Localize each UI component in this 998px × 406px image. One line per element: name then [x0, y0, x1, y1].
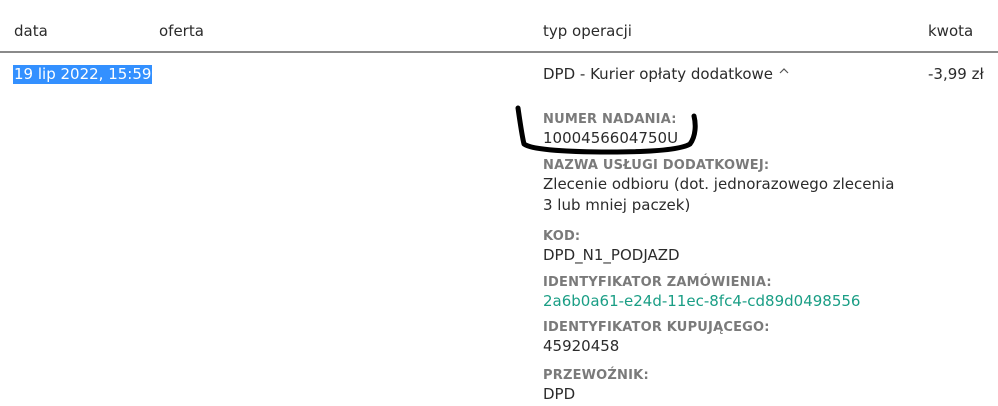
detail-label: NAZWA USŁUGI DODATKOWEJ:	[543, 158, 770, 173]
detail-label: KOD:	[543, 229, 581, 244]
column-header-offer[interactable]: oferta	[159, 22, 204, 40]
detail-label: PRZEWOŹNIK:	[543, 368, 649, 383]
row-amount: -3,99 zł	[928, 65, 984, 83]
detail-additional-service: NAZWA USŁUGI DODATKOWEJ: Zlecenie odbior…	[543, 158, 903, 216]
row-operation-type: DPD - Kurier opłaty dodatkowe	[543, 65, 773, 83]
detail-label: IDENTYFIKATOR ZAMÓWIENIA:	[543, 275, 772, 290]
detail-value: DPD_N1_PODJAZD	[543, 246, 680, 264]
header-divider	[0, 51, 998, 53]
detail-carrier: PRZEWOŹNIK: DPD	[543, 368, 649, 405]
column-header-amount[interactable]: kwota	[928, 22, 973, 40]
detail-label: IDENTYFIKATOR KUPUJĄCEGO:	[543, 320, 770, 335]
detail-tracking-number: NUMER NADANIA: 1000456604750U	[543, 112, 678, 149]
row-date-selected[interactable]: 19 lip 2022, 15:59	[13, 65, 153, 84]
detail-label: NUMER NADANIA:	[543, 112, 677, 127]
order-id-link[interactable]: 2a6b0a61-e24d-11ec-8fc4-cd89d0498556	[543, 291, 860, 312]
column-header-operation-type[interactable]: typ operacji	[543, 22, 632, 40]
chevron-up-icon[interactable]	[779, 66, 789, 76]
detail-code: KOD: DPD_N1_PODJAZD	[543, 229, 680, 266]
column-header-date[interactable]: data	[14, 22, 48, 40]
detail-value: Zlecenie odbioru (dot. jednorazowego zle…	[543, 175, 895, 214]
detail-buyer-id: IDENTYFIKATOR KUPUJĄCEGO: 45920458	[543, 320, 770, 357]
detail-value: DPD	[543, 385, 576, 403]
detail-value: 45920458	[543, 337, 620, 355]
detail-order-id: IDENTYFIKATOR ZAMÓWIENIA: 2a6b0a61-e24d-…	[543, 275, 860, 312]
detail-value: 1000456604750U	[543, 129, 679, 147]
